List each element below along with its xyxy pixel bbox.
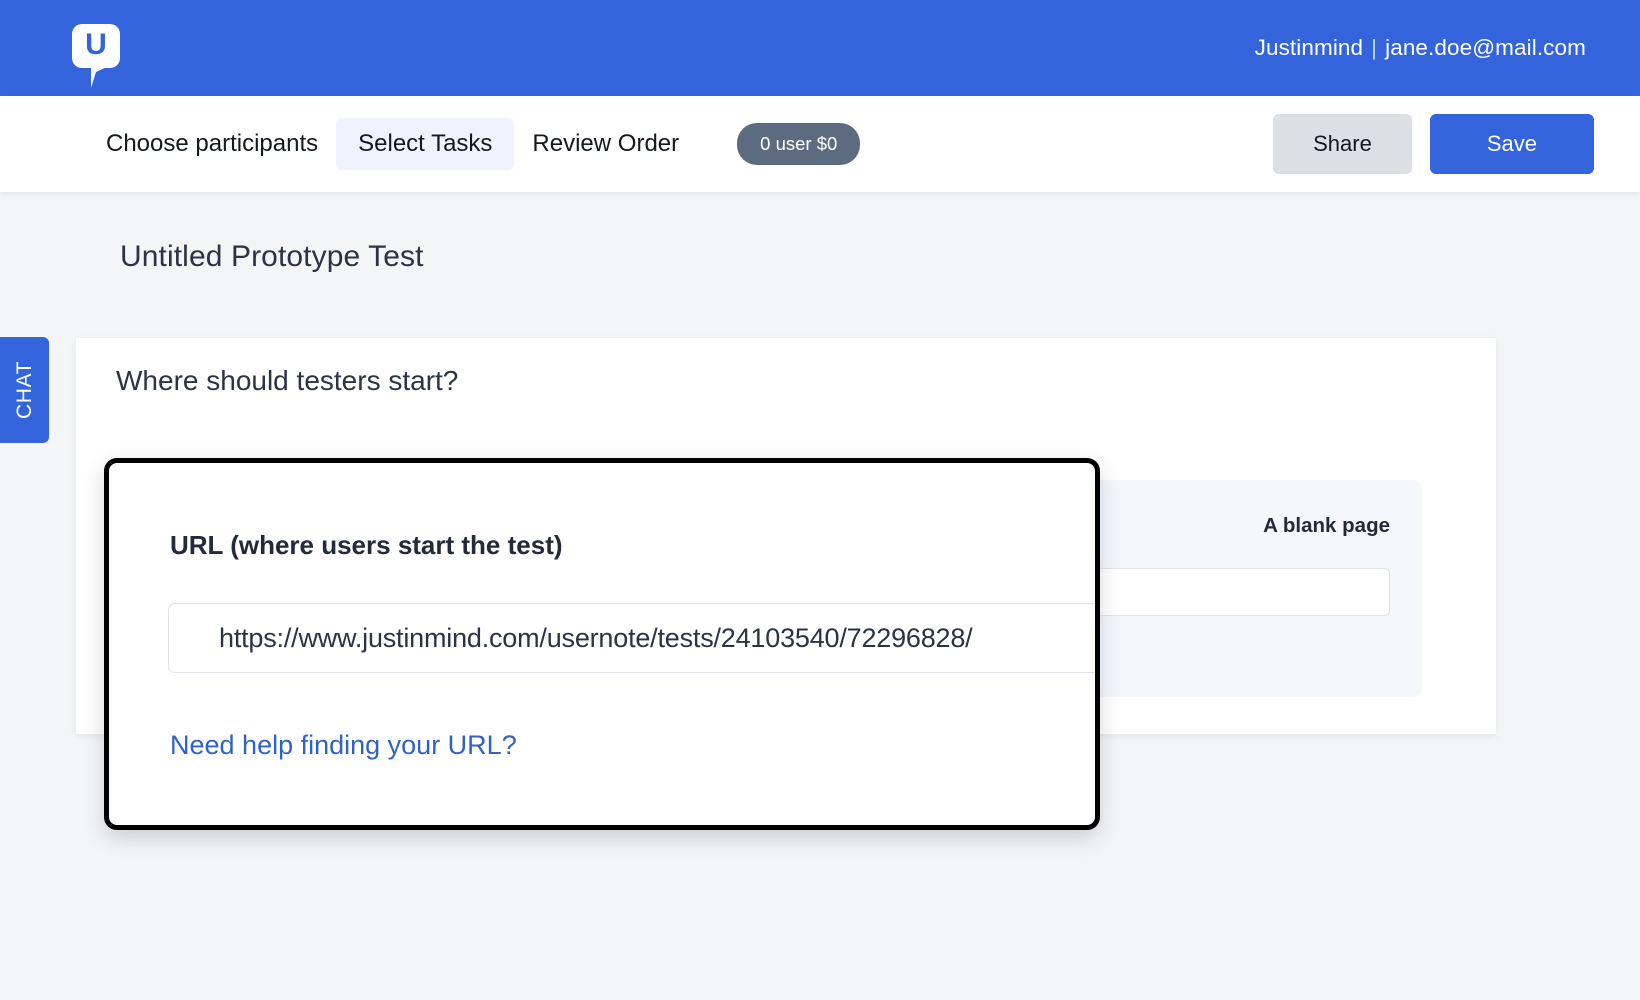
card-question-heading: Where should testers start? [116, 365, 459, 396]
nav-step-select-tasks[interactable]: Select Tasks [336, 118, 515, 170]
justinmind-logo-icon[interactable]: U [72, 24, 120, 88]
nav-step-choose-participants[interactable]: Choose participants [88, 118, 336, 170]
url-modal-dialog: URL (where users start the test) https:/… [104, 458, 1100, 830]
brand-name: Justinmind [1254, 35, 1364, 60]
nav-step-review-order[interactable]: Review Order [514, 118, 697, 170]
modal-heading: URL (where users start the test) [170, 530, 563, 560]
action-buttons: Share Save [1273, 114, 1594, 174]
user-email[interactable]: jane.doe@mail.com [1385, 35, 1586, 60]
chat-tab[interactable]: CHAT [0, 337, 49, 443]
url-input-value: https://www.justinmind.com/usernote/test… [219, 622, 973, 653]
step-list: Choose participants Select Tasks Review … [0, 118, 861, 170]
share-button[interactable]: Share [1273, 114, 1412, 174]
top-header-bar: U Justinmind | jane.doe@mail.com [0, 0, 1640, 96]
logo-letter: U [85, 28, 107, 61]
need-help-link[interactable]: Need help finding your URL? [170, 730, 517, 761]
url-input-field[interactable]: https://www.justinmind.com/usernote/test… [168, 603, 1095, 673]
save-button[interactable]: Save [1429, 114, 1594, 174]
page-title[interactable]: Untitled Prototype Test [120, 240, 424, 274]
app-root: U Justinmind | jane.doe@mail.com Choose pa… [0, 0, 1640, 1000]
option-label-blank-page: A blank page [1263, 514, 1390, 537]
cost-badge[interactable]: 0 user $0 [737, 123, 861, 165]
logo-bubble-tail [91, 66, 109, 88]
header-separator: | [1371, 35, 1378, 60]
chat-tab-label: CHAT [12, 360, 36, 420]
step-navigation-bar: Choose participants Select Tasks Review … [0, 96, 1640, 192]
account-info: Justinmind | jane.doe@mail.com [1255, 35, 1586, 61]
